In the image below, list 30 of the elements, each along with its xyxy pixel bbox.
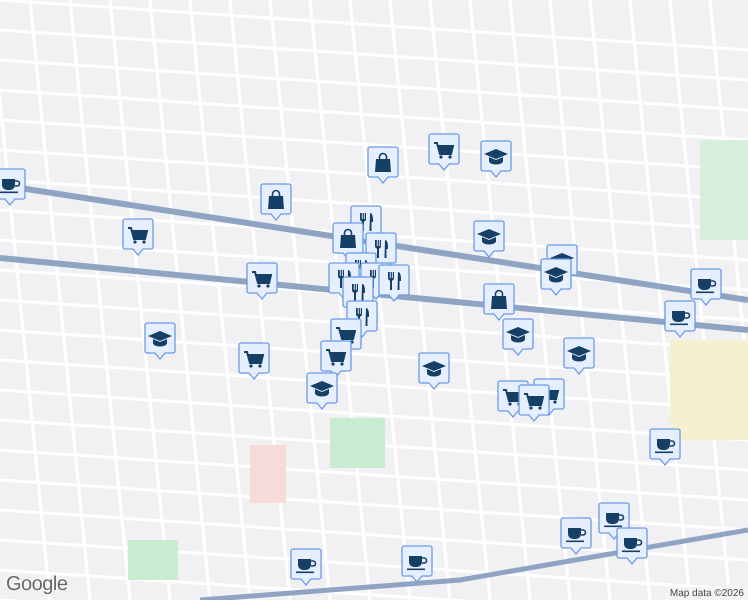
graduation-cap-marker[interactable] — [563, 337, 595, 375]
park-area — [330, 418, 385, 468]
graduation-cap-marker[interactable] — [540, 258, 572, 296]
graduation-cap-marker[interactable] — [473, 220, 505, 258]
shopping-bag-marker[interactable] — [483, 283, 515, 321]
coffee-cup-marker[interactable] — [290, 548, 322, 586]
coffee-cup-marker[interactable] — [664, 300, 696, 338]
graduation-cap-marker[interactable] — [480, 140, 512, 178]
coffee-cup-marker[interactable] — [401, 545, 433, 583]
graduation-cap-marker[interactable] — [418, 352, 450, 390]
coffee-cup-marker[interactable] — [0, 168, 26, 206]
coffee-cup-marker[interactable] — [616, 527, 648, 565]
shopping-bag-marker[interactable] — [367, 146, 399, 184]
graduation-cap-marker[interactable] — [144, 322, 176, 360]
shopping-cart-marker[interactable] — [320, 340, 352, 378]
shopping-cart-marker[interactable] — [122, 218, 154, 256]
shopping-cart-marker[interactable] — [428, 133, 460, 171]
shopping-cart-marker[interactable] — [238, 342, 270, 380]
map-logo: Google — [6, 573, 68, 596]
shopping-bag-marker[interactable] — [260, 183, 292, 221]
hospital-area — [250, 445, 286, 503]
shopping-cart-marker[interactable] — [246, 262, 278, 300]
graduation-cap-marker[interactable] — [306, 372, 338, 410]
coffee-cup-marker[interactable] — [690, 268, 722, 306]
fork-knife-marker[interactable] — [378, 264, 410, 302]
graduation-cap-marker[interactable] — [502, 318, 534, 356]
shopping-cart-marker[interactable] — [518, 384, 550, 422]
park-area — [128, 540, 178, 580]
coffee-cup-marker[interactable] — [560, 517, 592, 555]
coffee-cup-marker[interactable] — [649, 428, 681, 466]
